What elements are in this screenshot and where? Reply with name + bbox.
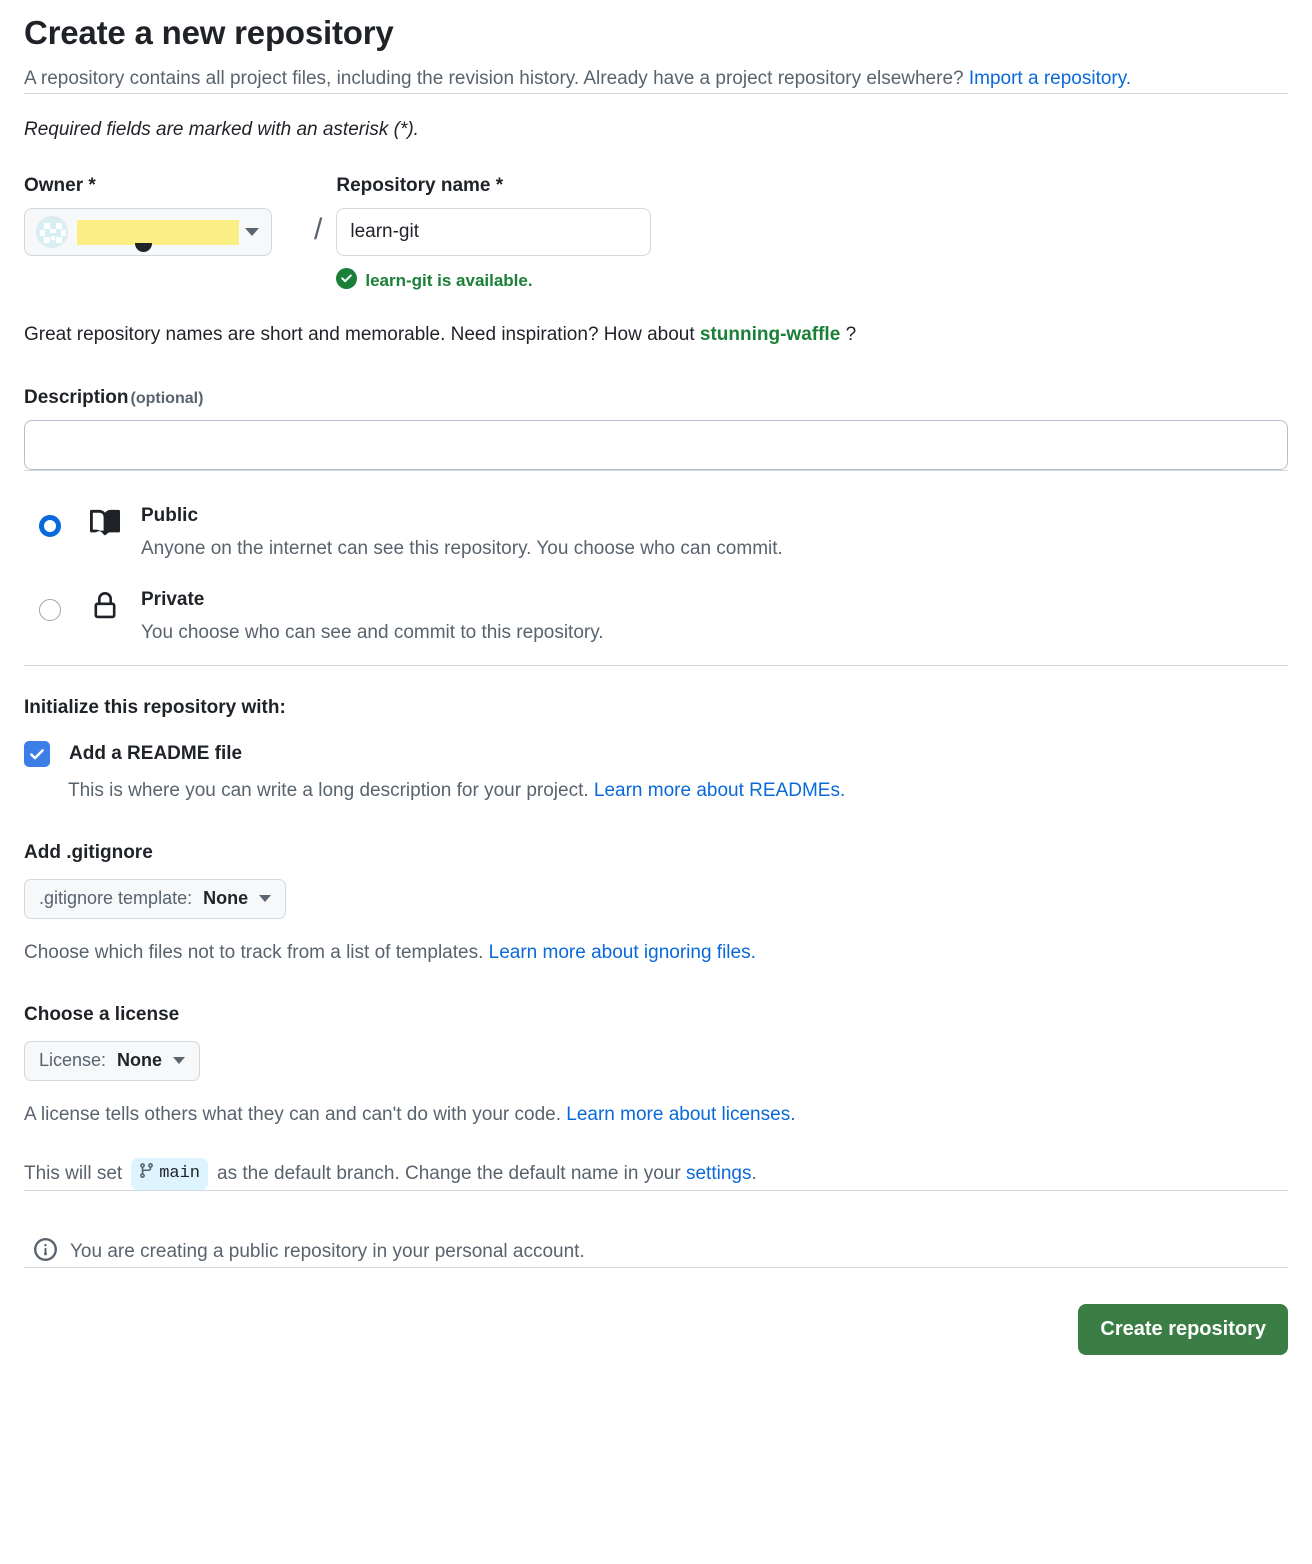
radio-private[interactable] — [39, 599, 61, 622]
hint-suffix: ? — [845, 324, 857, 346]
create-repository-page: Create a new repository A repository con… — [0, 0, 1312, 1564]
availability-status: learn-git is available. — [336, 268, 651, 294]
visibility-notice: You are creating a public repository in … — [34, 1237, 1288, 1267]
visibility-option-public[interactable]: Public Anyone on the internet can see th… — [24, 497, 1288, 560]
visibility-public-text: Public Anyone on the internet can see th… — [141, 497, 783, 560]
license-note: A license tells others what they can and… — [24, 1104, 1288, 1126]
radio-public[interactable] — [39, 515, 61, 538]
visibility-public-desc: Anyone on the internet can see this repo… — [141, 538, 783, 560]
create-repository-button[interactable]: Create repository — [1078, 1303, 1288, 1355]
owner-name-redacted — [77, 219, 239, 252]
chevron-down-icon — [259, 895, 272, 903]
page-subtitle: A repository contains all project files,… — [24, 64, 1204, 93]
repository-name-column: Repository name * learn-git is available… — [336, 175, 652, 294]
gitignore-heading: Add .gitignore — [24, 841, 153, 863]
learn-more-readmes-link[interactable]: Learn more about READMEs. — [594, 780, 845, 801]
repository-name-hint: Great repository names are short and mem… — [24, 324, 1288, 346]
suggested-name[interactable]: stunning-waffle — [700, 324, 840, 345]
default-branch-name: main — [159, 1163, 200, 1183]
divider-footer — [24, 1266, 1288, 1268]
git-branch-icon — [138, 1162, 155, 1185]
visibility-private-desc: You choose who can see and commit to thi… — [141, 621, 604, 643]
gitignore-note: Choose which files not to track from a l… — [24, 942, 1288, 964]
add-readme-row[interactable]: Add a README file — [24, 740, 1288, 767]
visibility-private-title: Private — [141, 589, 205, 611]
learn-more-licenses-link[interactable]: Learn more about licenses. — [566, 1104, 795, 1125]
identicon-avatar-icon — [36, 216, 68, 249]
initialize-heading: Initialize this repository with: — [24, 696, 286, 718]
subtitle-text: A repository contains all project files,… — [24, 67, 969, 89]
check-circle-icon — [336, 268, 358, 294]
lock-icon — [88, 592, 122, 620]
availability-text: learn-git is available. — [365, 271, 533, 291]
description-block: Description (optional) — [24, 387, 1288, 471]
visibility-option-private[interactable]: Private You choose who can see and commi… — [24, 581, 1288, 644]
license-note-text: A license tells others what they can and… — [24, 1103, 567, 1125]
repository-name-input[interactable] — [336, 208, 652, 257]
default-branch-badge: main — [131, 1157, 208, 1190]
gitignore-note-text: Choose which files not to track from a l… — [24, 941, 489, 963]
branch-note-middle: as the default branch. Change the defaul… — [217, 1162, 681, 1184]
default-branch-note: This will set main as the default branch… — [24, 1157, 1288, 1190]
divider-top — [24, 93, 1288, 95]
license-heading: Choose a license — [24, 1003, 180, 1025]
required-fields-note: Required fields are marked with an aster… — [24, 119, 419, 141]
gitignore-template-dropdown[interactable]: .gitignore template: None — [24, 878, 287, 919]
owner-name-separator: / — [314, 213, 323, 247]
visibility-notice-text: You are creating a public repository in … — [70, 1241, 585, 1263]
license-dropdown-value: None — [117, 1050, 163, 1071]
owner-and-name-row: Owner * / Repository name * learn-git le… — [24, 175, 1288, 294]
description-input[interactable] — [24, 420, 1288, 471]
hint-prefix: Great repository names are short and mem… — [24, 324, 700, 346]
license-dropdown-prefix: License: — [39, 1050, 107, 1071]
branch-note-prefix: This will set — [24, 1162, 123, 1184]
chevron-down-icon — [173, 1057, 186, 1065]
visibility-private-text: Private You choose who can see and commi… — [141, 581, 604, 644]
info-icon — [34, 1237, 57, 1267]
description-optional-tag: (optional) — [130, 390, 204, 408]
settings-link[interactable]: settings — [686, 1163, 751, 1185]
repository-name-label: Repository name * — [336, 175, 504, 197]
readme-note: This is where you can write a long descr… — [68, 780, 1288, 802]
divider-branch — [24, 1189, 1288, 1191]
divider-description — [24, 470, 1288, 472]
branch-note-suffix: . — [751, 1162, 757, 1184]
checkbox-add-readme[interactable] — [24, 740, 50, 767]
chevron-down-icon — [245, 228, 259, 237]
repo-book-icon — [88, 508, 122, 538]
gitignore-dropdown-value: None — [203, 888, 249, 909]
divider-visibility — [24, 664, 1288, 666]
gitignore-dropdown-prefix: .gitignore template: — [39, 888, 193, 909]
visibility-options: Public Anyone on the internet can see th… — [24, 497, 1288, 643]
owner-select[interactable] — [24, 208, 272, 257]
form-footer: Create repository — [24, 1303, 1288, 1355]
owner-column: Owner * — [24, 175, 312, 257]
import-repository-link[interactable]: Import a repository. — [969, 68, 1131, 89]
description-label: Description — [24, 387, 129, 409]
add-readme-label: Add a README file — [69, 742, 243, 764]
license-dropdown[interactable]: License: None — [24, 1040, 201, 1081]
owner-label: Owner * — [24, 175, 96, 197]
readme-note-text: This is where you can write a long descr… — [68, 779, 594, 801]
page-title: Create a new repository — [24, 14, 394, 51]
visibility-public-title: Public — [141, 505, 199, 527]
learn-more-ignoring-files-link[interactable]: Learn more about ignoring files. — [489, 942, 756, 963]
